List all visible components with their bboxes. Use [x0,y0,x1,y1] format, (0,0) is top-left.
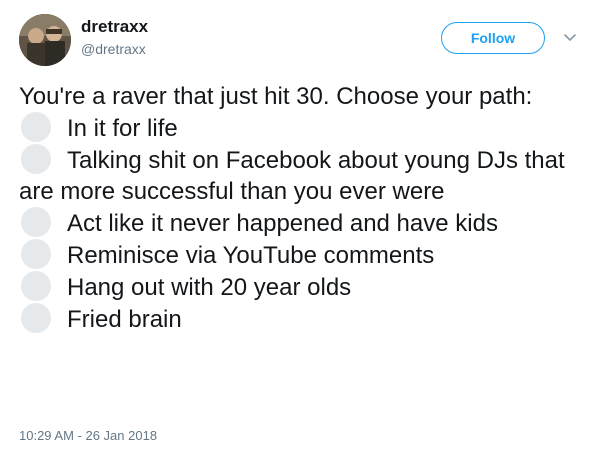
option-circle-icon [21,207,51,237]
option-circle-icon [21,239,51,269]
tweet-card: dretraxx @dretraxx Follow You're a raver… [0,0,601,459]
option-label: Act like it never happened and have kids [67,210,498,237]
option-label: In it for life [67,115,178,142]
option-label: Reminisce via YouTube comments [67,242,435,269]
tweet-text: You're a raver that just hit 30. Choose … [19,81,589,335]
option-label: Hang out with 20 year olds [67,274,352,301]
poll-option: Hang out with 20 year olds [19,271,589,303]
tweet-prompt: You're a raver that just hit 30. Choose … [19,83,533,110]
poll-option: Talking shit on Facebook about young DJs… [19,144,589,207]
option-label: Talking shit on Facebook about young DJs… [19,147,565,205]
option-label: Fried brain [67,306,182,333]
display-name[interactable]: dretraxx [81,17,148,37]
option-circle-icon [21,144,51,174]
option-circle-icon [21,303,51,333]
option-circle-icon [21,271,51,301]
poll-option: Act like it never happened and have kids [19,207,589,239]
poll-option: Reminisce via YouTube comments [19,239,589,271]
timestamp[interactable]: 10:29 AM - 26 Jan 2018 [19,428,157,444]
option-circle-icon [21,112,51,142]
poll-option: In it for life [19,112,589,144]
follow-button[interactable]: Follow [441,22,545,54]
poll-option: Fried brain [19,303,589,335]
chevron-down-icon[interactable] [562,30,578,46]
handle[interactable]: @dretraxx [81,40,146,58]
avatar[interactable] [19,14,71,66]
